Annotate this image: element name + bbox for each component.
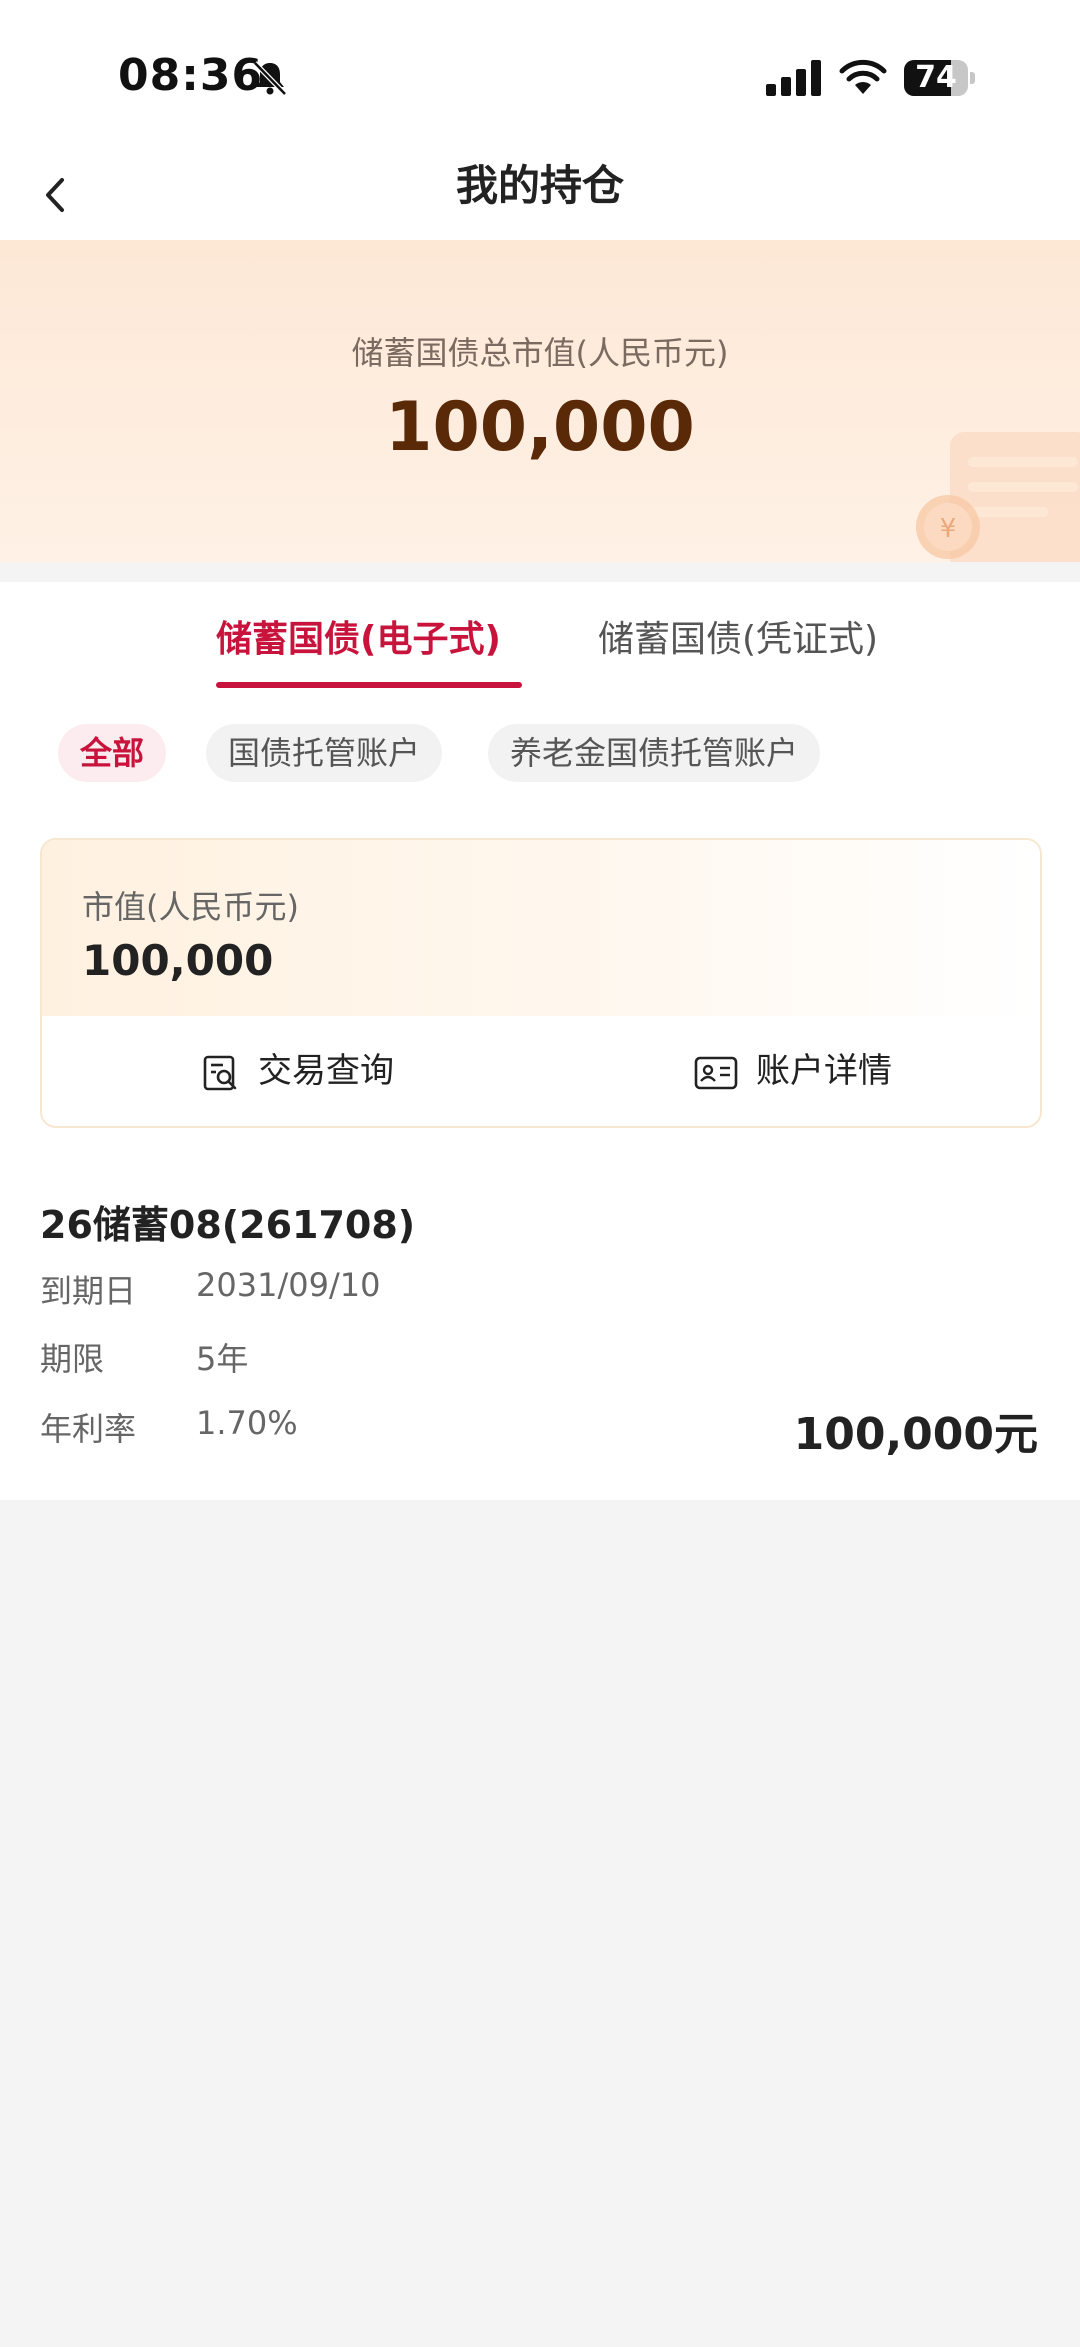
filter-all[interactable]: 全部 — [58, 724, 167, 782]
maturity-value: 2031/09/10 — [196, 1266, 381, 1304]
nav-bar: 我的持仓 — [0, 150, 1080, 240]
tab-certificate[interactable]: 储蓄国债(凭证式) — [598, 610, 878, 662]
bell-slash-icon — [253, 61, 287, 96]
term-label: 期限 — [40, 1340, 105, 1378]
battery-level: 74 — [915, 60, 957, 95]
page-title: 我的持仓 — [455, 161, 624, 210]
rate-value: 1.70% — [196, 1404, 298, 1442]
account-summary: 市值(人民币元) 100,000 — [42, 840, 1040, 1016]
tab-underline — [216, 682, 522, 688]
rate-label: 年利率 — [40, 1410, 137, 1448]
account-detail-button[interactable]: 账户详情 — [694, 1016, 892, 1126]
coin-document-icon: ¥ — [916, 432, 1080, 562]
summary-label: 储蓄国债总市值(人民币元) — [351, 334, 729, 372]
transaction-query-button[interactable]: 交易查询 — [202, 1016, 394, 1126]
bond-name: 26储蓄08(261708) — [40, 1203, 416, 1247]
summary-banner: 储蓄国债总市值(人民币元) 100,000 ¥ — [0, 240, 1080, 562]
status-bar: 08:36 74 — [0, 0, 1080, 150]
account-card: 市值(人民币元) 100,000 交易查询 账户详情 — [40, 838, 1042, 1128]
battery-icon: 74 — [904, 60, 976, 96]
market-value-label: 市值(人民币元) — [82, 888, 299, 926]
filter-pension-custody-account[interactable]: 养老金国债托管账户 — [488, 724, 821, 782]
holding-amount: 100,000元 — [793, 1409, 1038, 1460]
status-time: 08:36 — [118, 50, 264, 101]
id-card-icon — [694, 1056, 738, 1089]
signal-icon — [766, 60, 821, 96]
maturity-label: 到期日 — [40, 1272, 137, 1310]
wifi-icon — [839, 59, 887, 94]
transaction-query-label: 交易查询 — [258, 1051, 394, 1091]
holdings-panel: 储蓄国债(电子式) 储蓄国债(凭证式) 全部 国债托管账户 养老金国债托管账户 … — [0, 582, 1080, 1500]
search-document-icon — [203, 1055, 237, 1090]
term-value: 5年 — [196, 1340, 249, 1378]
market-value: 100,000 — [82, 936, 274, 985]
svg-text:¥: ¥ — [940, 514, 957, 544]
account-detail-label: 账户详情 — [756, 1051, 892, 1091]
tab-electronic[interactable]: 储蓄国债(电子式) — [216, 610, 501, 662]
filter-custody-account[interactable]: 国债托管账户 — [206, 724, 443, 782]
